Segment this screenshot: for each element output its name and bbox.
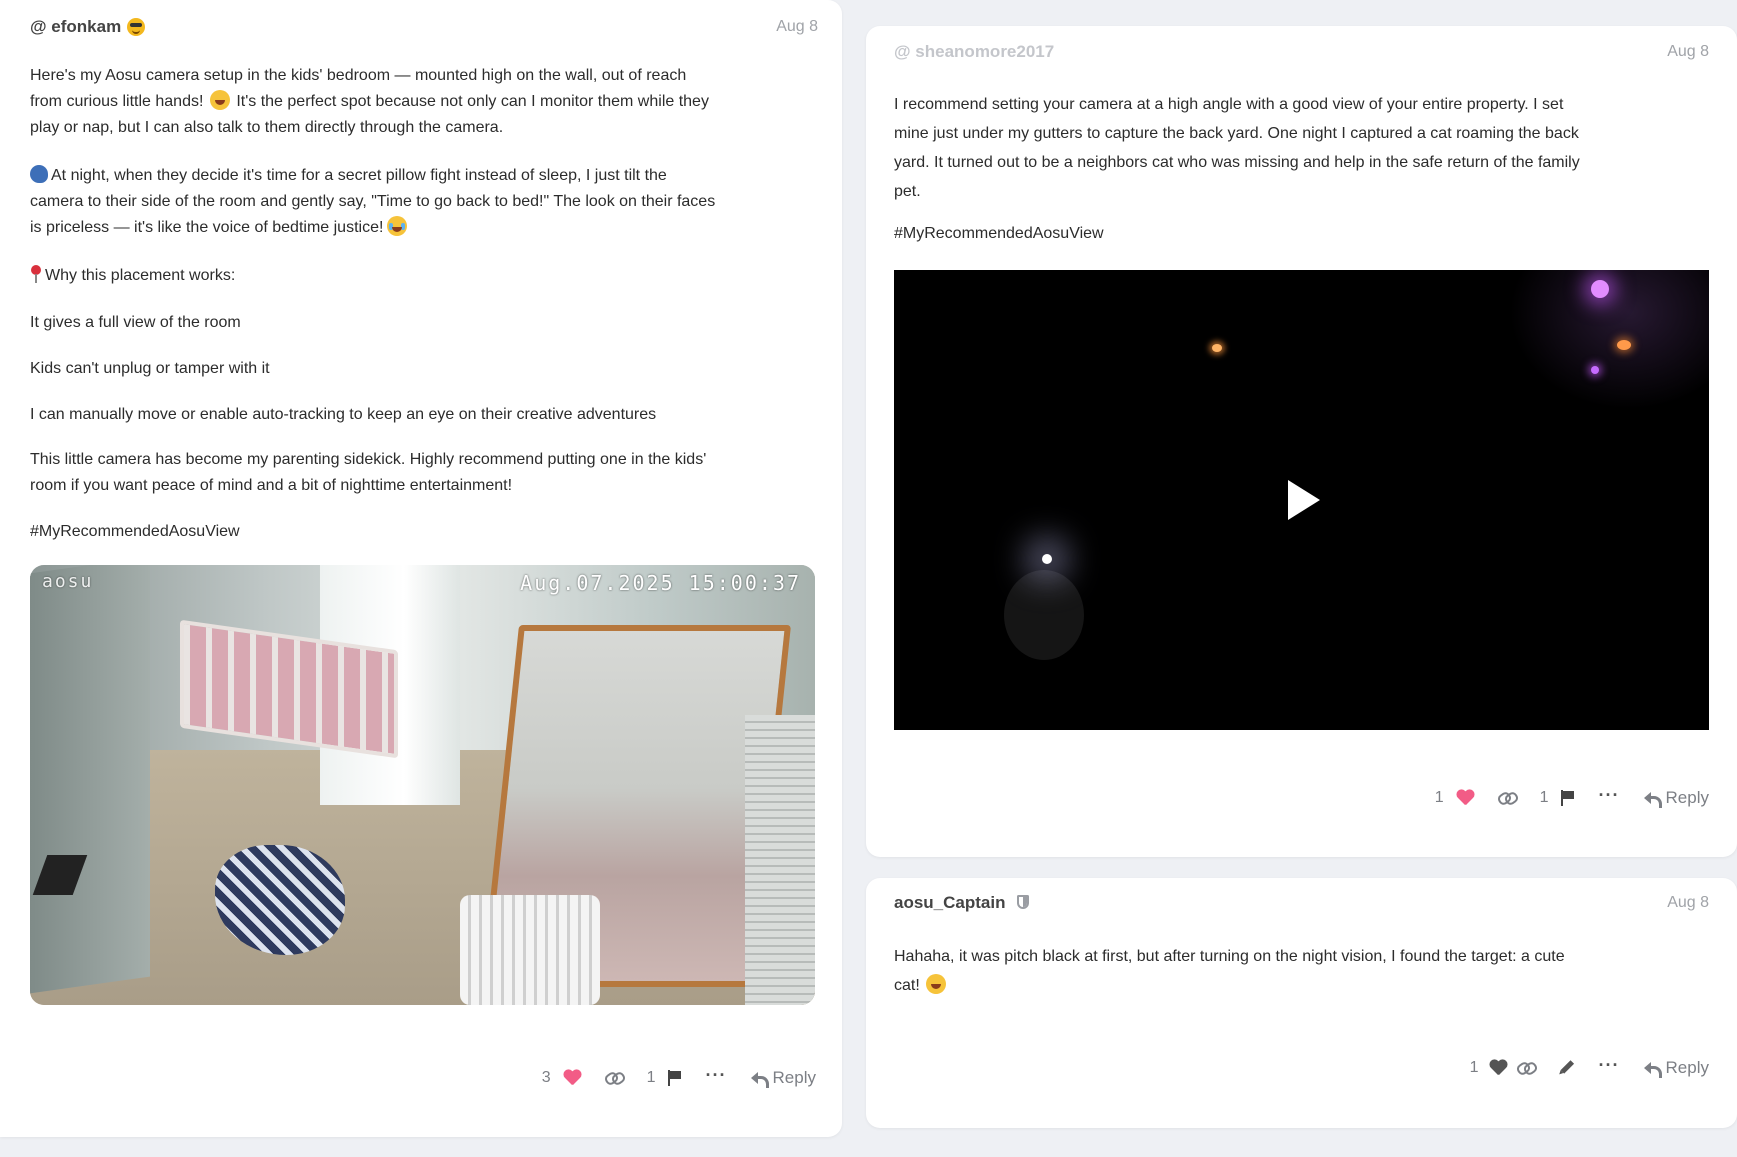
reply-button[interactable]: Reply	[750, 1068, 816, 1088]
post-body-paragraph-5: Kids can't unplug or tamper with it	[30, 356, 270, 382]
text-line: cat!	[894, 971, 1565, 1000]
link-icon[interactable]	[1498, 792, 1516, 804]
like-button[interactable]: 3	[542, 1069, 581, 1087]
post-body: I recommend setting your camera at a hig…	[894, 90, 1580, 206]
reply-icon	[750, 1071, 769, 1088]
text-line: I can manually move or enable auto-track…	[30, 406, 657, 423]
post-card-aosu-captain: aosu_Captain Aug 8 Hahaha, it was pitch …	[866, 878, 1737, 1128]
like-button[interactable]: 1	[1435, 789, 1474, 807]
like-count: 3	[541, 1069, 551, 1086]
sunglasses-emoji-icon	[127, 18, 146, 36]
text-line: pet.	[894, 183, 921, 200]
post-actions: 3 1 ··· Reply	[542, 1066, 816, 1088]
bedroom-camera-photo[interactable]: aosu Aug.07.2025 15:00:37	[30, 565, 815, 1005]
post-date: Aug 8	[1667, 43, 1709, 60]
text-line: play or nap, but I can also talk to them…	[30, 119, 504, 136]
flag-count: 1	[1539, 789, 1549, 806]
username-text[interactable]: aosu_Captain	[894, 893, 1005, 913]
text-line: At night, when they decide it's time for…	[30, 163, 715, 189]
post-actions: 1 1 ··· Reply	[1435, 786, 1709, 808]
text-line: mine just under my gutters to capture th…	[894, 125, 1579, 142]
text-line: Hahaha, it was pitch black at first, but…	[894, 948, 1565, 965]
photo-brand-watermark: aosu	[42, 571, 94, 592]
hashtag-text[interactable]: #MyRecommendedAosuView	[30, 519, 240, 545]
reply-button[interactable]: Reply	[1643, 788, 1709, 808]
post-date: Aug 8	[776, 18, 818, 35]
pencil-icon[interactable]	[1555, 1057, 1578, 1080]
flag-button[interactable]: 1	[1540, 789, 1575, 807]
more-icon[interactable]: ···	[706, 1066, 727, 1086]
more-icon[interactable]: ···	[1599, 1056, 1620, 1076]
text-line: I recommend setting your camera at a hig…	[894, 96, 1564, 113]
flag-count: 1	[646, 1069, 656, 1086]
grinning-emoji-icon	[209, 90, 230, 110]
post-body: Hahaha, it was pitch black at first, but…	[894, 942, 1565, 1000]
hashtag[interactable]: #MyRecommendedAosuView	[30, 519, 240, 545]
reply-icon	[1643, 791, 1662, 808]
heart-icon[interactable]	[1456, 790, 1474, 806]
post-username[interactable]: aosu_Captain	[894, 893, 1031, 913]
username-text[interactable]: @ efonkam	[30, 17, 121, 37]
flag-button[interactable]: 1	[647, 1069, 682, 1087]
text-line: is priceless — it's like the voice of be…	[30, 215, 715, 241]
text-line: yard. It turned out to be a neighbors ca…	[894, 154, 1580, 171]
pin-emoji-icon	[30, 265, 42, 283]
like-button[interactable]: 1	[1470, 1059, 1535, 1077]
text-line: This little camera has become my parenti…	[30, 451, 707, 468]
post-body-paragraph-2: At night, when they decide it's time for…	[30, 163, 715, 241]
post-username[interactable]: @ sheanomore2017	[894, 42, 1054, 62]
post-body-paragraph-3: Why this placement works:	[30, 263, 235, 289]
text-line: camera to their side of the room and gen…	[30, 193, 716, 210]
text-line: from curious little hands! It's the perf…	[30, 89, 709, 115]
text-line: room if you want peace of mind and a bit…	[30, 477, 513, 494]
post-card-sheanomore2017: @ sheanomore2017 Aug 8 I recommend setti…	[866, 26, 1737, 857]
link-icon[interactable]	[605, 1072, 623, 1084]
flag-icon[interactable]	[1560, 790, 1575, 806]
post-date: Aug 8	[1667, 894, 1709, 911]
hashtag-text[interactable]: #MyRecommendedAosuView	[894, 221, 1104, 247]
post-body: Here's my Aosu camera setup in the kids'…	[30, 63, 709, 141]
post-body-paragraph-6: I can manually move or enable auto-track…	[30, 402, 656, 428]
text-line: Here's my Aosu camera setup in the kids'…	[30, 67, 687, 84]
smiling-emoji-icon	[926, 974, 947, 994]
text-line: Why this placement works:	[30, 263, 235, 289]
post-card-efonkam: @ efonkam Aug 8 Here's my Aosu camera se…	[0, 0, 842, 1137]
speaking-head-emoji-icon	[30, 165, 48, 183]
shield-icon	[1017, 895, 1031, 911]
reply-label: Reply	[1665, 788, 1709, 807]
post-actions: 1 ··· Reply	[1470, 1056, 1709, 1080]
like-count: 1	[1469, 1059, 1479, 1076]
reply-label: Reply	[772, 1068, 816, 1087]
laughing-tears-emoji-icon	[387, 216, 408, 236]
reply-button[interactable]: Reply	[1643, 1058, 1709, 1078]
post-body-paragraph-4: It gives a full view of the room	[30, 310, 241, 336]
play-icon[interactable]	[1287, 480, 1320, 520]
more-icon[interactable]: ···	[1599, 786, 1620, 806]
night-video-player[interactable]	[894, 270, 1709, 730]
heart-icon[interactable]	[563, 1070, 581, 1086]
link-icon[interactable]	[1517, 1062, 1535, 1074]
heart-icon[interactable]	[1489, 1060, 1507, 1076]
post-body-paragraph-7: This little camera has become my parenti…	[30, 447, 706, 499]
flag-icon[interactable]	[667, 1070, 682, 1086]
hashtag[interactable]: #MyRecommendedAosuView	[894, 221, 1104, 247]
post-username[interactable]: @ efonkam	[30, 17, 146, 37]
text-line: Kids can't unplug or tamper with it	[30, 360, 270, 377]
reply-label: Reply	[1665, 1058, 1709, 1077]
text-line: It gives a full view of the room	[30, 314, 241, 331]
reply-icon	[1643, 1061, 1662, 1078]
photo-timestamp: Aug.07.2025 15:00:37	[520, 571, 801, 595]
like-count: 1	[1434, 789, 1444, 806]
